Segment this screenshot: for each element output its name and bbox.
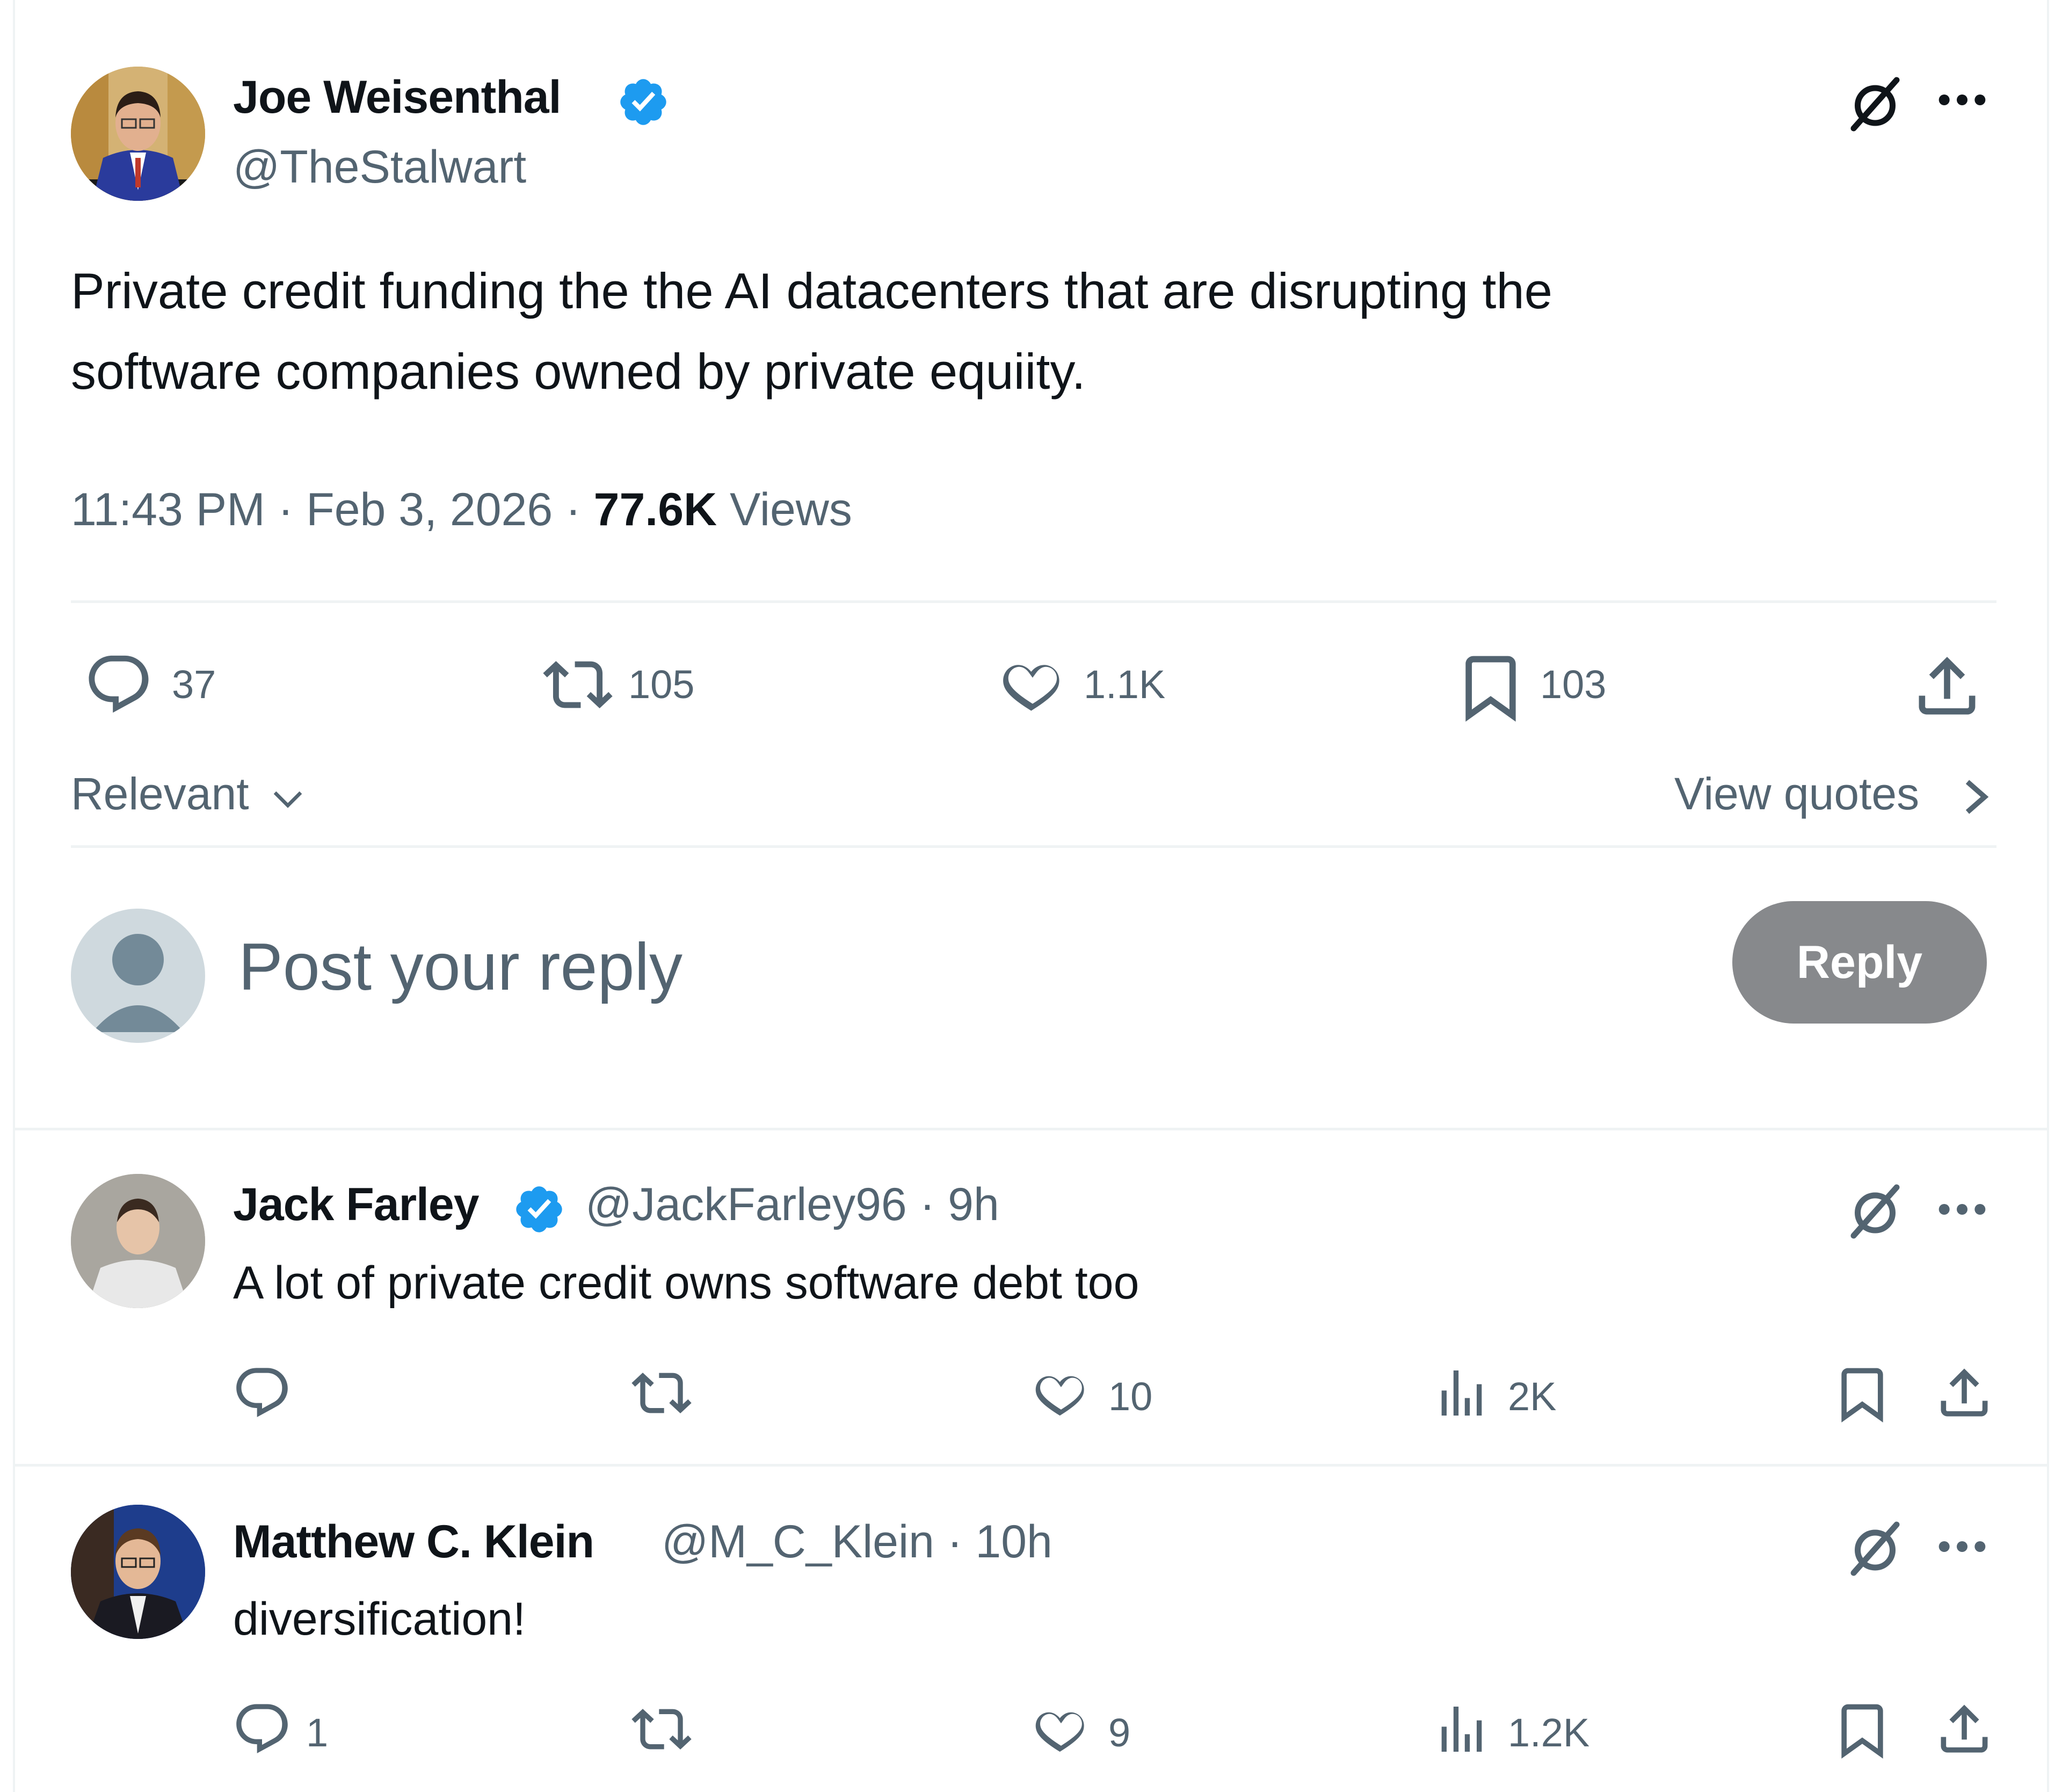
like-count: 1.1K [1084,662,1166,707]
reply-input[interactable]: Post your reply [238,929,683,1005]
repost-icon[interactable] [540,650,615,720]
divider [15,1128,2047,1130]
like-icon[interactable] [1031,1700,1091,1760]
grok-icon[interactable] [1843,72,1907,136]
grok-icon[interactable] [1843,1517,1907,1581]
more-icon[interactable] [1935,89,1989,111]
divider [71,600,1996,603]
reply-author-handle[interactable]: @JackFarley96 [585,1179,907,1230]
grok-icon[interactable] [1843,1179,1907,1244]
reply-text: diversification! [233,1593,526,1645]
like-icon[interactable] [1031,1364,1091,1424]
tweet-text-line-1: Private credit funding the the AI datace… [71,263,1553,319]
reply-author-name[interactable]: Matthew C. Klein [233,1515,594,1569]
views-icon[interactable] [1432,1699,1492,1759]
reply-text: A lot of private credit owns software de… [233,1257,1139,1309]
author-handle[interactable]: @TheStalwart [233,141,526,194]
views-icon[interactable] [1432,1363,1492,1423]
verified-badge-icon [512,1182,566,1236]
reply-view-count: 2K [1508,1374,1557,1419]
sort-dropdown[interactable]: Relevant [71,768,249,820]
reply-icon[interactable] [232,1699,292,1759]
verified-badge-icon [616,75,670,129]
bookmark-icon[interactable] [1831,1363,1893,1425]
reply-icon[interactable] [84,650,154,720]
more-icon[interactable] [1935,1199,1989,1220]
divider [15,1464,2047,1467]
reply-reply-count: 1 [306,1710,329,1755]
reply-view-count: 1.2K [1508,1710,1590,1755]
bookmark-count: 103 [1540,662,1607,707]
tweet-text-line-2: software companies owned by private equi… [71,343,1086,400]
share-icon[interactable] [1909,649,1985,724]
tweet-date[interactable]: Feb 3, 2026 [306,484,553,535]
repost-count: 105 [628,662,695,707]
divider [71,845,1996,848]
sort-label: Relevant [71,768,249,819]
views-count: 77.6K [593,484,717,535]
reply-time[interactable]: 9h [948,1179,999,1230]
reply-count: 37 [172,662,216,707]
repost-icon[interactable] [629,1699,694,1759]
share-icon[interactable] [1933,1362,1995,1424]
like-icon[interactable] [998,651,1068,721]
reply-author-handle[interactable]: @M_C_Klein [662,1516,934,1568]
view-quotes-link[interactable]: View quotes [1674,768,1919,820]
reply-author-name[interactable]: Jack Farley [233,1178,480,1231]
reply-avatar[interactable] [71,1174,205,1308]
author-avatar[interactable] [71,67,205,201]
share-icon[interactable] [1933,1698,1995,1760]
reply-icon[interactable] [232,1363,292,1423]
repost-icon[interactable] [629,1363,694,1423]
tweet-time[interactable]: 11:43 PM [71,484,265,535]
reply-avatar[interactable] [71,1505,205,1639]
chevron-right-icon[interactable] [1959,775,1993,818]
bookmark-icon[interactable] [1831,1699,1893,1761]
tweet-meta: 11:43 PM · Feb 3, 2026 · 77.6K Views [71,484,852,535]
bookmark-icon[interactable] [1453,650,1528,725]
reply-button[interactable]: Reply [1732,901,1987,1024]
reply-meta: @JackFarley96 · 9h [585,1179,999,1230]
reply-meta: @M_C_Klein · 10h [662,1516,1052,1568]
chevron-down-icon[interactable] [268,780,307,818]
views-label: Views [730,484,852,535]
reply-like-count: 9 [1108,1710,1131,1755]
reply-like-count: 10 [1108,1374,1153,1419]
user-avatar [71,909,205,1043]
more-icon[interactable] [1935,1536,1989,1557]
author-name[interactable]: Joe Weisenthal [233,71,562,124]
reply-time[interactable]: 10h [975,1516,1052,1568]
